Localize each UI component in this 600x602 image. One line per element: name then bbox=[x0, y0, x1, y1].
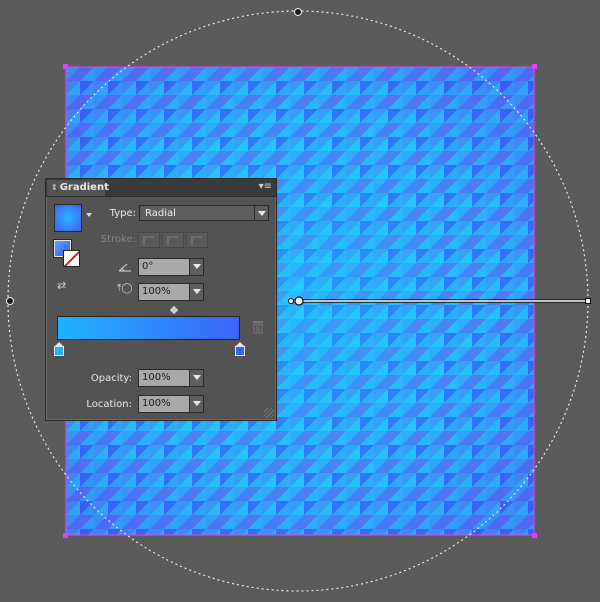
selection-handle[interactable] bbox=[63, 533, 68, 538]
chevron-down-icon[interactable] bbox=[86, 213, 92, 217]
selection-handle[interactable] bbox=[532, 533, 537, 538]
collapse-arrows-icon[interactable]: ⇕ bbox=[51, 183, 58, 192]
aspect-dropdown-arrow[interactable] bbox=[189, 283, 204, 301]
selection-handle[interactable] bbox=[532, 64, 537, 69]
angle-icon bbox=[118, 263, 131, 272]
opacity-input[interactable]: 100% bbox=[138, 369, 190, 387]
aspect-ratio-icon: ⤒◯ bbox=[117, 283, 133, 294]
reverse-gradient-icon[interactable]: ⇄ bbox=[57, 279, 75, 293]
angle-dropdown-arrow[interactable] bbox=[189, 258, 204, 276]
stroke-across-button bbox=[186, 232, 208, 248]
ring-resize-handle[interactable] bbox=[6, 297, 14, 305]
tab-gradient[interactable]: ⇕ Gradient bbox=[47, 180, 109, 196]
panel-titlebar: ⇕ Gradient ▾≡ bbox=[46, 179, 276, 197]
gradient-stop-left[interactable] bbox=[54, 342, 64, 356]
gradient-panel: ⇕ Gradient ▾≡ Type: Radial ⇄ Stroke: 0° ⤒… bbox=[45, 178, 277, 421]
panel-menu-icon[interactable]: ▾≡ bbox=[259, 180, 272, 194]
panel-title: Gradient bbox=[59, 182, 109, 193]
ring-resize-handle[interactable] bbox=[294, 8, 302, 16]
location-dropdown-arrow[interactable] bbox=[189, 395, 204, 413]
stroke-along-button bbox=[162, 232, 184, 248]
location-label: Location: bbox=[86, 399, 132, 410]
selection-handle[interactable] bbox=[63, 64, 68, 69]
opacity-dropdown-arrow[interactable] bbox=[189, 369, 204, 387]
gradient-midpoint-diamond[interactable] bbox=[169, 305, 179, 315]
type-label: Type: bbox=[109, 208, 136, 219]
resize-grip-icon[interactable] bbox=[264, 408, 274, 418]
aspect-ratio-input[interactable]: 100% bbox=[138, 283, 190, 301]
stroke-within-button bbox=[138, 232, 160, 248]
type-select[interactable]: Radial bbox=[139, 205, 256, 221]
stroke-none-box[interactable] bbox=[63, 250, 80, 267]
gradient-end-handle[interactable] bbox=[585, 298, 591, 304]
gradient-center-handle[interactable] bbox=[294, 296, 304, 306]
angle-input[interactable]: 0° bbox=[138, 258, 190, 276]
type-select-arrow[interactable] bbox=[254, 205, 269, 221]
gradient-swatch[interactable] bbox=[54, 204, 82, 232]
gradient-slider[interactable] bbox=[57, 316, 240, 340]
location-input[interactable]: 100% bbox=[138, 395, 190, 413]
opacity-label: Opacity: bbox=[90, 373, 132, 384]
stroke-label: Stroke: bbox=[100, 234, 136, 245]
gradient-stop-right[interactable] bbox=[235, 342, 245, 356]
trash-icon[interactable] bbox=[252, 320, 264, 334]
gradient-origin-handle[interactable] bbox=[288, 298, 294, 304]
